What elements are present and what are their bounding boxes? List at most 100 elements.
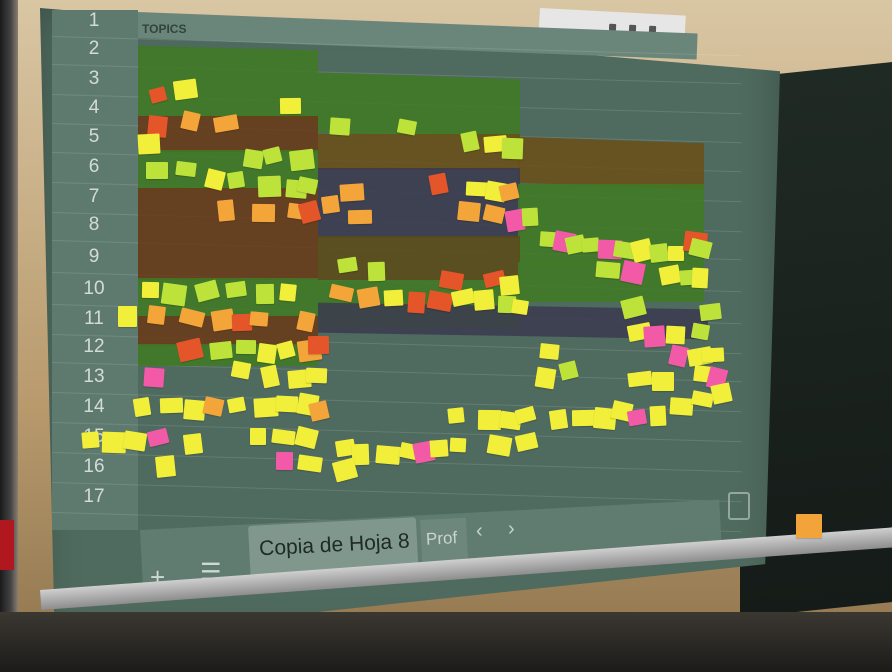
sticky-note	[652, 372, 674, 391]
sticky-note	[627, 370, 653, 388]
sticky-note	[407, 291, 426, 314]
sticky-note	[648, 242, 670, 264]
sticky-note	[699, 302, 722, 322]
sticky-note	[279, 283, 297, 302]
cell-band-purple	[318, 168, 520, 238]
sticky-note	[669, 397, 694, 416]
sticky-note	[665, 325, 686, 345]
sticky-note	[288, 148, 316, 172]
sticky-note	[275, 451, 294, 471]
sticky-note	[486, 434, 513, 457]
photo-scene: 1234567891011121314151617 TOPICS + ☰ Cop…	[0, 0, 892, 672]
sticky-note	[649, 405, 667, 427]
sticky-note	[255, 283, 275, 305]
sticky-note	[230, 360, 252, 380]
sticky-note	[511, 298, 529, 316]
sticky-note	[701, 347, 725, 363]
row-number: 9	[88, 246, 100, 267]
sticky-note	[249, 311, 269, 327]
sticky-note	[216, 199, 236, 222]
sticky-note	[449, 437, 467, 453]
sticky-note	[143, 367, 165, 388]
sticky-note	[226, 170, 246, 190]
sticky-note	[473, 289, 495, 311]
sticky-note	[521, 207, 539, 227]
sticky-note	[146, 162, 168, 179]
sticky-note	[250, 428, 266, 445]
sticky-note	[428, 172, 449, 196]
sticky-note	[279, 97, 302, 115]
sticky-note	[499, 275, 520, 296]
sticky-note	[691, 267, 709, 289]
row-number: 6	[88, 156, 100, 177]
cell-band-olive	[518, 136, 704, 190]
sticky-note	[383, 289, 404, 307]
trash-icon[interactable]	[728, 492, 750, 520]
sticky-note	[225, 280, 247, 299]
sticky-note	[447, 407, 465, 424]
sticky-note	[501, 137, 524, 160]
sticky-note	[477, 409, 502, 431]
sticky-note	[668, 246, 684, 261]
sticky-note	[146, 305, 167, 325]
row-number: 4	[88, 97, 100, 118]
sticky-note	[796, 514, 822, 538]
sticky-note	[202, 396, 225, 417]
sticky-note	[118, 306, 137, 327]
row-number: 5	[88, 126, 100, 147]
sticky-note	[548, 408, 569, 431]
sticky-note	[242, 148, 265, 170]
sticky-note	[626, 408, 648, 427]
sheet-tab-label: Prof	[425, 528, 458, 549]
row-number: 1	[88, 10, 100, 31]
sticky-note	[175, 160, 197, 178]
row-number: 16	[83, 456, 105, 477]
chevron-left-icon[interactable]: ‹	[476, 520, 483, 543]
sticky-note	[595, 260, 621, 280]
sticky-note	[137, 133, 161, 155]
sticky-note	[122, 430, 148, 452]
sticky-note	[339, 183, 365, 202]
sticky-note	[690, 322, 711, 341]
row-number: 13	[83, 366, 105, 387]
sticky-note	[81, 431, 100, 449]
floor-shadow	[0, 612, 892, 672]
sticky-note	[539, 343, 560, 360]
sticky-note	[182, 432, 204, 456]
sticky-note	[275, 395, 299, 413]
sheet-tab[interactable]: Prof	[420, 517, 469, 564]
row-number: 14	[83, 396, 105, 417]
row-number: 17	[83, 486, 105, 507]
sticky-note	[658, 264, 682, 286]
sticky-note	[643, 325, 666, 348]
sticky-note	[710, 382, 733, 405]
left-edge	[0, 0, 18, 672]
sticky-note	[159, 397, 184, 414]
row-number: 3	[88, 68, 100, 89]
sticky-note	[429, 439, 449, 458]
sticky-note	[160, 282, 188, 307]
sticky-note	[375, 444, 401, 466]
chevron-right-icon[interactable]: ›	[508, 518, 515, 541]
sticky-note	[307, 335, 330, 355]
sticky-note	[256, 342, 278, 365]
sticky-note	[172, 78, 199, 101]
sticky-note	[367, 261, 386, 282]
sticky-note	[235, 339, 257, 355]
sticky-note	[337, 256, 358, 274]
row-number: 12	[83, 336, 105, 357]
red-object	[0, 520, 14, 570]
sticky-note	[620, 259, 646, 286]
sticky-note	[271, 428, 296, 446]
sticky-note	[257, 175, 282, 198]
header-cell: TOPICS	[142, 22, 187, 36]
sticky-note	[329, 117, 351, 136]
sticky-note	[141, 281, 160, 299]
row-number: 7	[88, 186, 100, 207]
sticky-note	[209, 340, 233, 361]
sticky-note	[251, 203, 276, 223]
sticky-note	[581, 237, 600, 253]
row-number: 2	[88, 38, 100, 59]
sticky-note	[132, 396, 152, 418]
sticky-note	[297, 454, 323, 473]
